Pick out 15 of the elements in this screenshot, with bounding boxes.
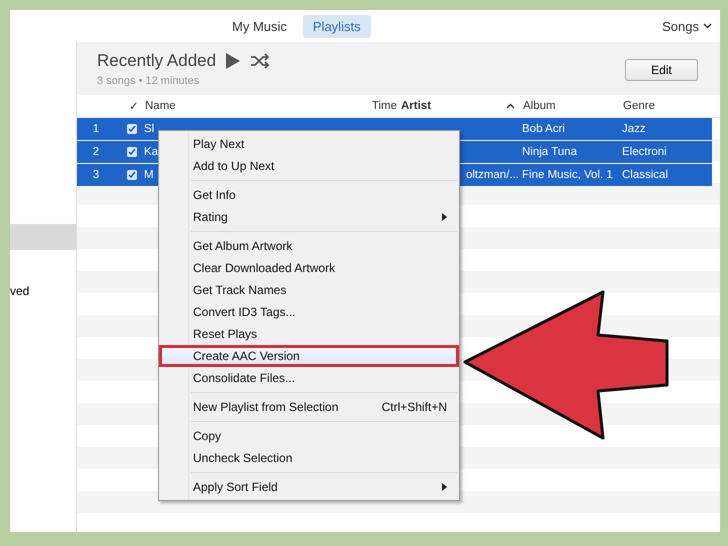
playlist-title: Recently Added bbox=[97, 51, 216, 71]
playlist-summary: 3 songs • 12 minutes bbox=[97, 75, 200, 87]
album-cell: Fine Music, Vol. 1 bbox=[522, 169, 613, 181]
genre-cell: Classical bbox=[622, 169, 668, 181]
track-number: 3 bbox=[92, 169, 100, 181]
genre-cell: Jazz bbox=[622, 123, 646, 135]
artist-cell: oltzman/... bbox=[466, 169, 519, 181]
track-name: Ka bbox=[144, 146, 158, 158]
album-cell: Ninja Tuna bbox=[522, 146, 577, 158]
album-cell: Bob Acri bbox=[522, 123, 565, 135]
genre-cell: Electroni bbox=[622, 146, 667, 158]
track-number: 2 bbox=[92, 146, 100, 158]
track-number: 1 bbox=[92, 123, 100, 135]
track-name: M bbox=[144, 169, 154, 181]
track-name: Sl bbox=[144, 123, 154, 135]
